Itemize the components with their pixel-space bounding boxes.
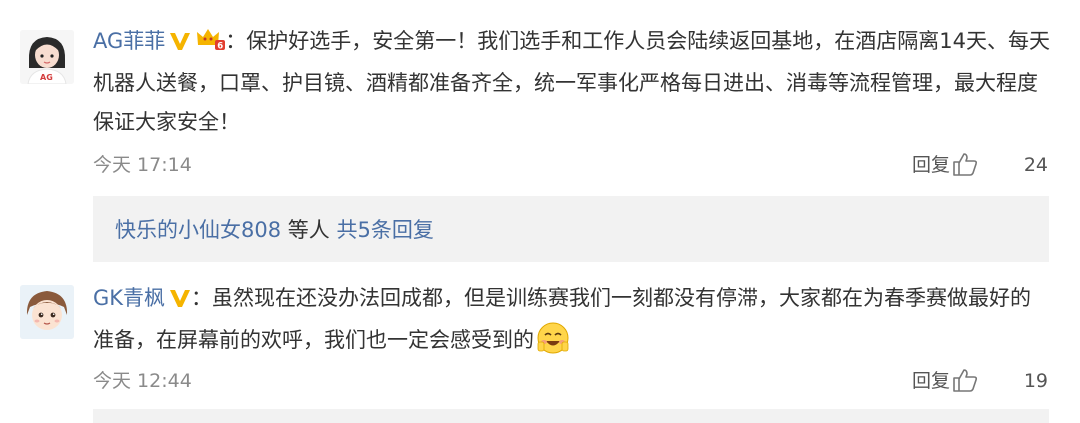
blushing-smile-emoji <box>536 321 570 368</box>
reply-button[interactable]: 回复 <box>912 150 950 180</box>
avatar[interactable] <box>20 285 74 339</box>
sub-reply-user-link[interactable]: 快乐的小仙女808 <box>93 218 281 242</box>
svg-text:AG: AG <box>40 73 53 82</box>
avatar[interactable]: AG <box>20 30 74 84</box>
reply-button[interactable]: 回复 <box>912 366 950 396</box>
sub-replies-box: 快乐的小仙女808 等人 共5条回复 <box>93 196 1049 262</box>
verified-v-icon <box>169 282 191 321</box>
svg-text:6: 6 <box>218 41 224 51</box>
thumbs-up-icon <box>953 369 978 392</box>
comment-content: AG菲菲 6 ：保护好选手，安全第一！我们选手和工作人员会陆续返回基地，在酒店隔离1… <box>93 22 1050 142</box>
sub-replies-box <box>93 409 1049 423</box>
username-link[interactable]: AG菲菲 <box>93 29 165 53</box>
comment-meta: 今天 17:14 回复 24 <box>93 150 1048 180</box>
like-count: 24 <box>1023 154 1048 176</box>
like-count: 19 <box>1023 370 1048 392</box>
avatar-girl-icon: AG <box>20 30 74 84</box>
comment-timestamp: 今天 12:44 <box>93 370 192 392</box>
like-button[interactable]: 19 <box>953 366 1048 396</box>
username-link[interactable]: GK青枫 <box>93 286 165 310</box>
sub-reply-middle-text: 等人 <box>281 218 337 242</box>
verified-v-icon <box>169 25 191 64</box>
thumbs-up-icon <box>953 153 978 176</box>
membership-crown-icon[interactable]: 6 <box>195 25 226 64</box>
separator: ： <box>191 286 213 310</box>
comment-timestamp: 今天 17:14 <box>93 154 192 176</box>
comment-content: GK青枫 ：虽然现在还没办法回成都，但是训练赛我们一刻都没有停滞，大家都在为春季赛… <box>93 279 1050 368</box>
avatar-cartoon-icon <box>20 285 74 339</box>
separator: ： <box>225 29 247 53</box>
view-all-replies-link[interactable]: 共5条回复 <box>336 218 433 242</box>
comment-meta: 今天 12:44 回复 19 <box>93 366 1048 396</box>
like-button[interactable]: 24 <box>953 150 1048 180</box>
